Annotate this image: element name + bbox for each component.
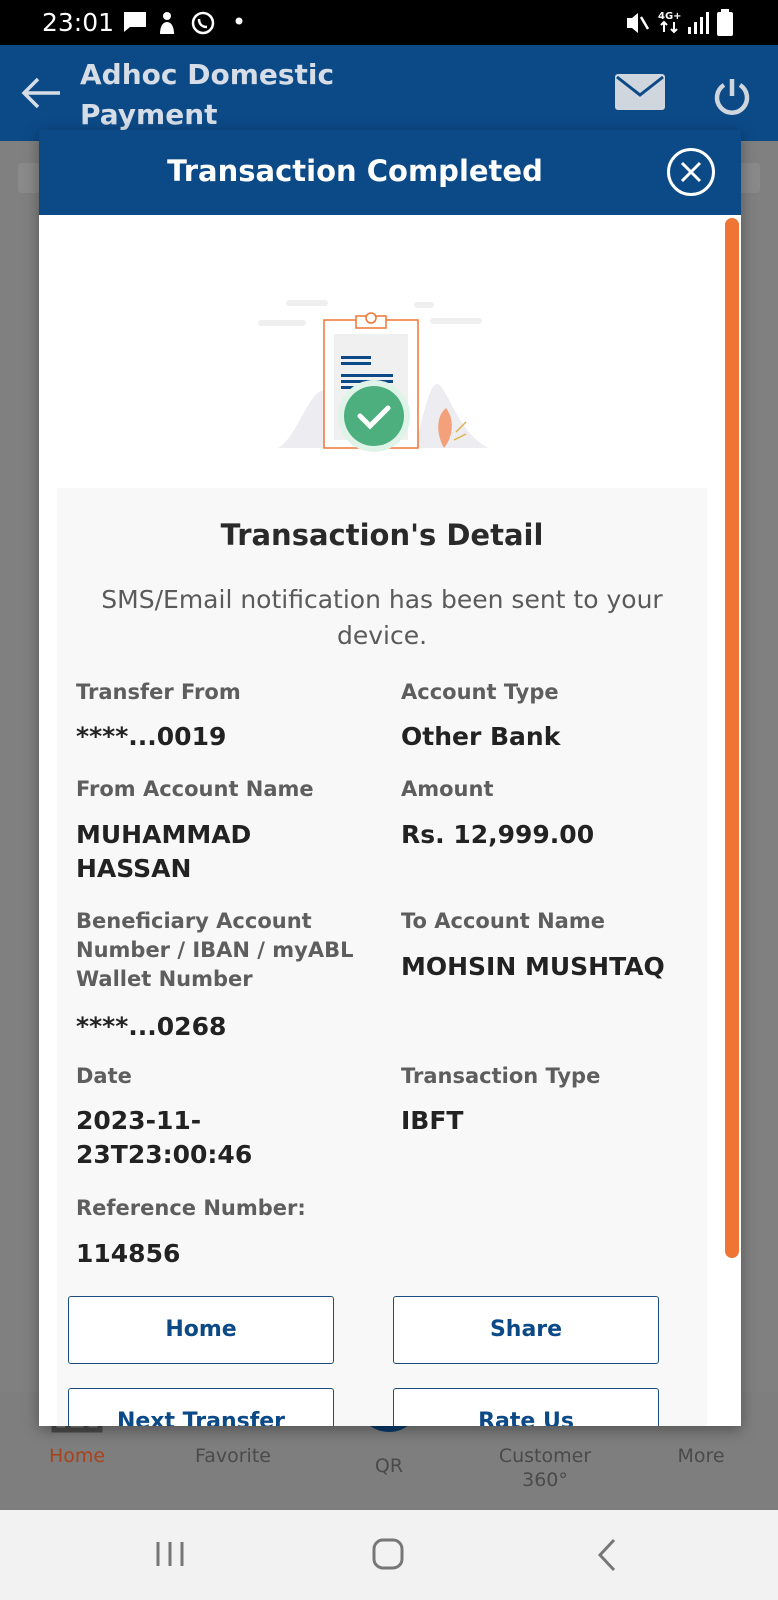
reference-number-label: Reference Number: xyxy=(76,1196,306,1220)
app-title: Adhoc Domestic Payment xyxy=(80,55,334,135)
whatsapp-icon xyxy=(191,11,215,35)
svg-text:4G+: 4G+ xyxy=(658,11,682,22)
status-time: 23:01 xyxy=(42,8,115,37)
system-nav-bar xyxy=(0,1510,778,1600)
dot-icon xyxy=(235,17,243,25)
status-bar: 23:01 4G+ xyxy=(0,0,778,45)
close-button[interactable] xyxy=(667,148,715,196)
back-arrow-icon[interactable] xyxy=(20,75,62,111)
app-title-line2: Payment xyxy=(80,98,218,131)
message-icon xyxy=(124,12,146,32)
reference-number-value: 114856 xyxy=(76,1239,181,1268)
transaction-type-label: Transaction Type xyxy=(401,1064,601,1088)
app-title-line1: Adhoc Domestic xyxy=(80,58,335,91)
app-header: Adhoc Domestic Payment xyxy=(0,45,778,141)
amount-value: Rs. 12,999.00 xyxy=(401,820,595,849)
from-account-name-label: From Account Name xyxy=(76,777,314,801)
nav-customer-label-1: Customer xyxy=(498,1445,592,1467)
next-transfer-button[interactable]: Next Transfer xyxy=(68,1388,334,1426)
modal-title: Transaction Completed xyxy=(167,154,543,188)
transfer-from-label: Transfer From xyxy=(76,680,241,704)
transfer-from-value: ****...0019 xyxy=(76,722,227,751)
nav-customer-360[interactable]: Customer 360° xyxy=(490,1444,600,1492)
from-account-name-value: MUHAMMAD HASSAN xyxy=(76,818,251,886)
nav-home[interactable]: Home xyxy=(22,1444,132,1468)
rate-us-button[interactable]: Rate Us xyxy=(393,1388,659,1426)
from-account-name-line2: HASSAN xyxy=(76,854,192,883)
account-type-label: Account Type xyxy=(401,680,559,704)
nav-favorite[interactable]: Favorite xyxy=(178,1444,288,1468)
background-field xyxy=(738,163,760,193)
beneficiary-label-line2: Number / IBAN / myABL xyxy=(76,938,354,962)
transaction-type-value: IBFT xyxy=(401,1106,464,1135)
nav-more[interactable]: More xyxy=(646,1444,756,1468)
from-account-name-line1: MUHAMMAD xyxy=(76,820,252,849)
share-button[interactable]: Share xyxy=(393,1296,659,1364)
detail-title: Transaction's Detail xyxy=(220,518,544,552)
signal-icon xyxy=(688,12,709,34)
date-value: 2023-11- 23T23:00:46 xyxy=(76,1104,252,1172)
nav-qr[interactable]: QR xyxy=(334,1454,444,1478)
mute-icon xyxy=(627,13,650,33)
notification-icon xyxy=(160,12,174,34)
background-field xyxy=(18,163,40,193)
home-button[interactable]: Home xyxy=(68,1296,334,1364)
transaction-modal: Transaction Completed Transaction's Deta… xyxy=(39,130,741,1426)
date-value-line1: 2023-11- xyxy=(76,1106,202,1135)
account-type-value: Other Bank xyxy=(401,722,561,751)
notification-notice: SMS/Email notification has been sent to … xyxy=(101,585,663,650)
close-icon xyxy=(680,161,702,183)
recent-apps-icon[interactable] xyxy=(155,1540,185,1568)
scrollbar[interactable] xyxy=(725,218,739,1258)
to-account-name-value: MOHSIN MUSHTAQ xyxy=(401,952,665,981)
beneficiary-value: ****...0268 xyxy=(76,1012,227,1041)
back-system-icon[interactable] xyxy=(596,1538,618,1572)
to-account-name-label: To Account Name xyxy=(401,909,605,933)
beneficiary-label-line1: Beneficiary Account xyxy=(76,909,312,933)
amount-label: Amount xyxy=(401,777,494,801)
nav-customer-label-2: 360° xyxy=(522,1469,568,1491)
beneficiary-label-line3: Wallet Number xyxy=(76,967,253,991)
home-system-icon[interactable] xyxy=(372,1538,404,1570)
power-icon[interactable] xyxy=(712,77,752,117)
battery-icon xyxy=(717,9,733,36)
beneficiary-label: Beneficiary Account Number / IBAN / myAB… xyxy=(76,907,353,994)
date-label: Date xyxy=(76,1064,132,1088)
transaction-detail-card: Transaction's Detail SMS/Email notificat… xyxy=(57,488,707,1426)
date-value-line2: 23T23:00:46 xyxy=(76,1140,253,1169)
network-4g-icon: 4G+ xyxy=(658,11,682,34)
modal-header: Transaction Completed xyxy=(39,130,741,215)
mail-icon[interactable] xyxy=(614,73,666,111)
